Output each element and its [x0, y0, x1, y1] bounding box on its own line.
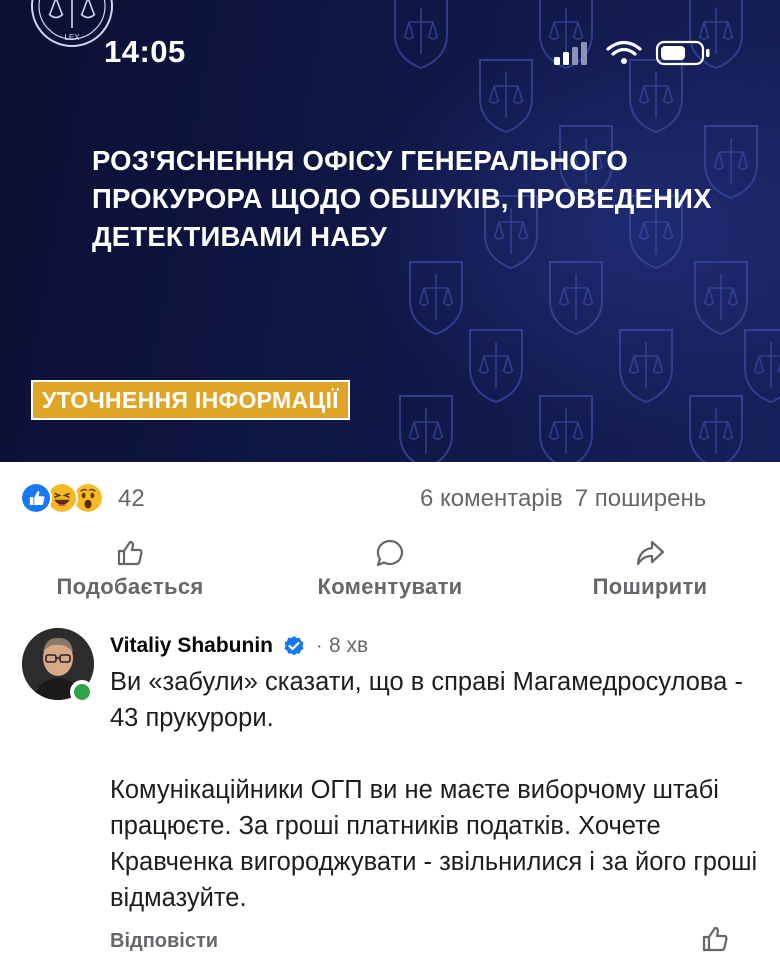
comment-item: Vitaliy Shabunin · 8 хв Ви «забули» сказ…	[0, 620, 780, 962]
share-button[interactable]: Поширити	[560, 530, 740, 610]
post-action-bar: Подобається Коментувати Поширити	[0, 530, 780, 610]
banner-title: РОЗ'ЯСНЕННЯ ОФІСУ ГЕНЕРАЛЬНОГО ПРОКУРОРА…	[92, 145, 712, 252]
online-status-indicator	[70, 680, 94, 704]
banner-tag: УТОЧНЕННЯ ІНФОРМАЦІЇ	[31, 380, 350, 420]
comment-like-icon[interactable]	[700, 924, 730, 954]
reaction-count: 42	[118, 485, 145, 512]
comment-label: Коментувати	[317, 574, 463, 599]
reply-button[interactable]: Відповісти	[110, 930, 218, 953]
prosecutor-office-logo: LEX	[31, 0, 113, 47]
comment-author[interactable]: Vitaliy Shabunin	[110, 634, 273, 657]
post-stats-row: 42 6 коментарів 7 поширень	[0, 470, 780, 526]
comment-button[interactable]: Коментувати	[300, 530, 480, 610]
status-bar-icons	[554, 40, 710, 66]
comment-bubble-icon	[376, 539, 404, 567]
comments-count[interactable]: 6 коментарів	[420, 485, 563, 512]
status-bar-time: 14:05	[104, 34, 186, 69]
shares-count[interactable]: 7 поширень	[575, 485, 706, 512]
logo-text: LEX	[64, 33, 80, 42]
comment-header: Vitaliy Shabunin · 8 хв	[110, 634, 368, 662]
cellular-signal-icon	[554, 42, 587, 65]
verified-badge-icon	[284, 636, 304, 656]
like-reaction-icon	[20, 482, 52, 514]
like-label: Подобається	[56, 574, 204, 599]
share-arrow-icon	[636, 540, 665, 566]
wifi-icon	[606, 40, 642, 64]
battery-icon	[655, 40, 710, 66]
post-counts: 6 коментарів 7 поширень	[420, 485, 706, 513]
like-button[interactable]: Подобається	[40, 530, 220, 610]
comment-text: Ви «забули» сказати, що в справі Магамед…	[110, 668, 758, 912]
thumbs-up-icon	[117, 540, 143, 566]
share-label: Поширити	[592, 574, 708, 599]
post-image-banner[interactable]: LEX 14:05 РОЗ'ЯСНЕННЯ ОФІСУ ГЕНЕРАЛЬНОГО…	[0, 0, 780, 462]
separator-dot: ·	[315, 634, 323, 657]
comment-time[interactable]: 8 хв	[329, 634, 368, 657]
